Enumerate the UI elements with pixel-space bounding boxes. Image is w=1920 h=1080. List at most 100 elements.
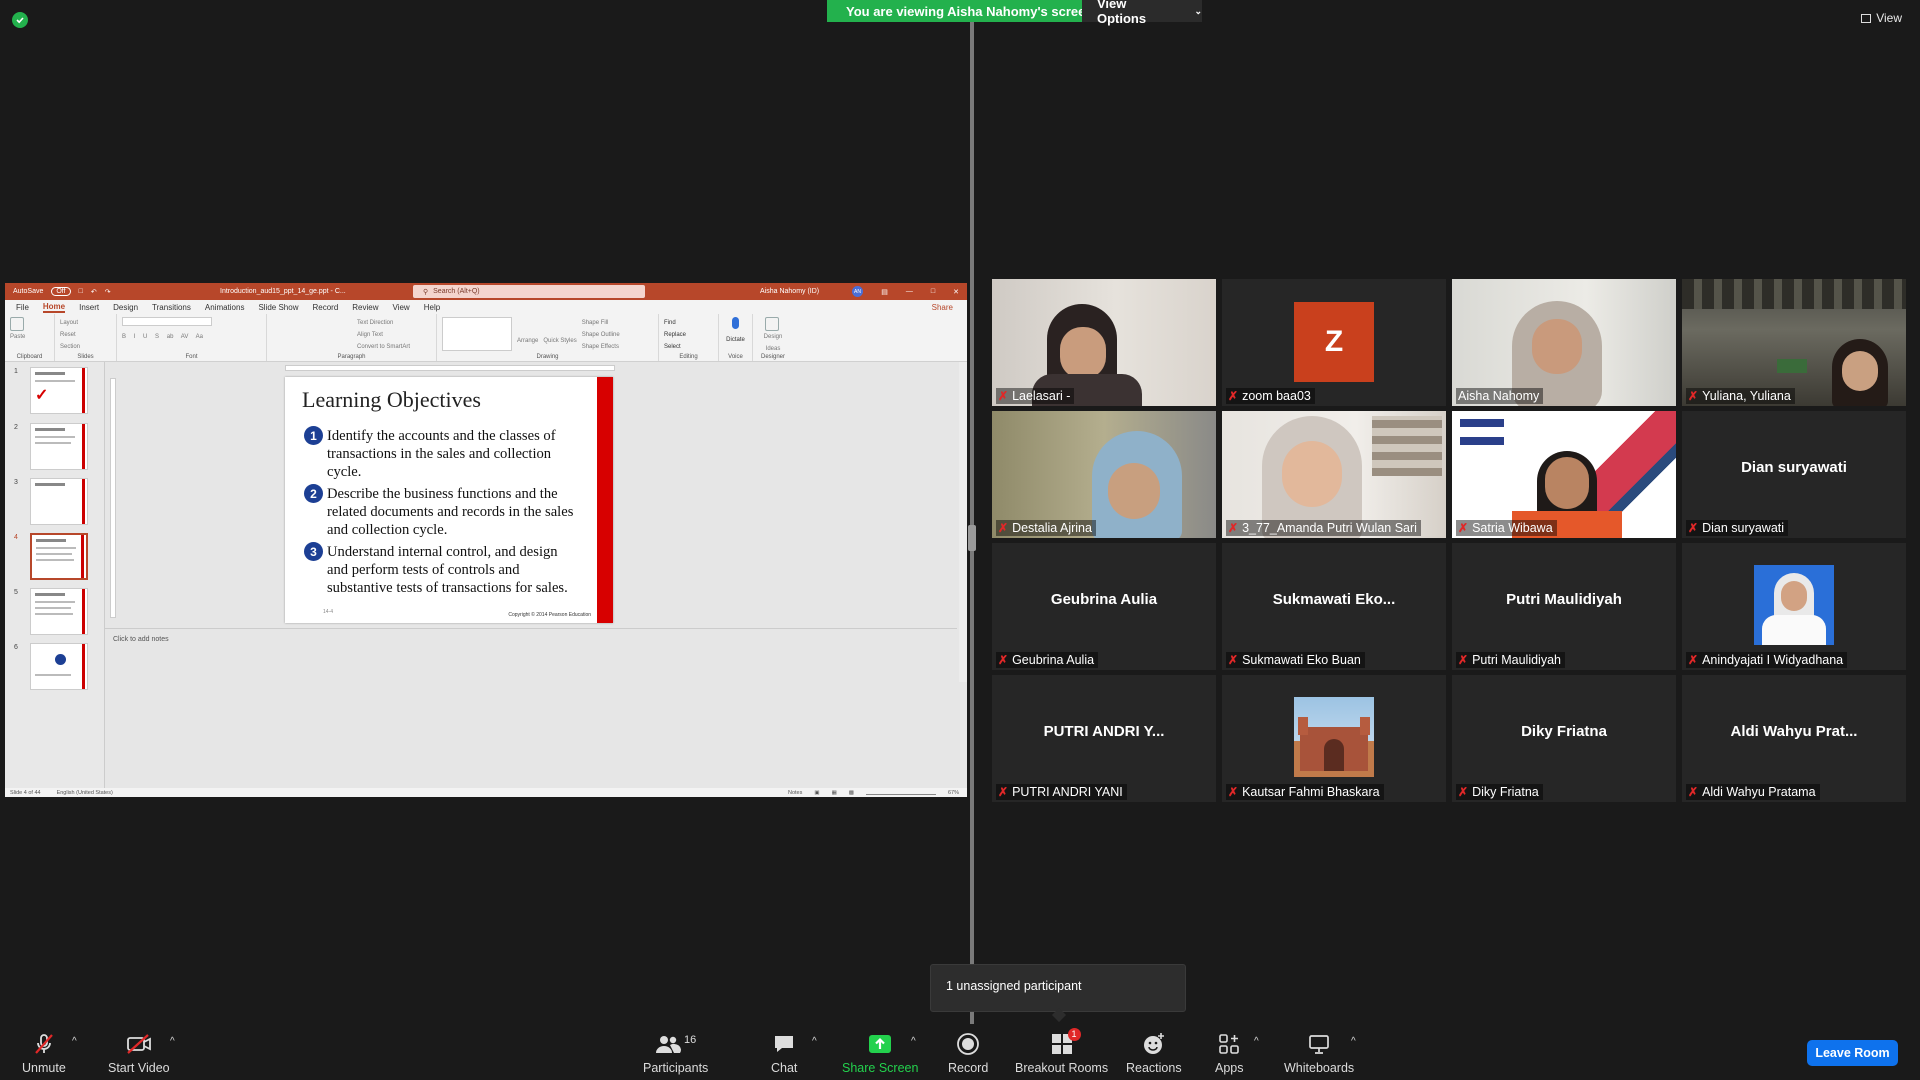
ribbon-group-name: Designer: [760, 354, 785, 360]
participant-tile[interactable]: Sukmawati Eko... ✗ Sukmawati Eko Buan: [1222, 543, 1446, 670]
replace-label: Replace: [664, 332, 687, 338]
whiteboard-options-chevron-icon[interactable]: ^: [1351, 1036, 1356, 1047]
participant-tile[interactable]: Dian suryawati ✗ Dian suryawati: [1682, 411, 1906, 538]
reading-view-icon: ▩: [848, 789, 854, 796]
slide-thumbnail: [30, 588, 88, 635]
mic-muted-icon: ✗: [1228, 521, 1239, 535]
thumb-number: 3: [14, 479, 18, 486]
objective-item: 3 Understand internal control, and desig…: [304, 542, 579, 597]
share-options-chevron-icon[interactable]: ^: [911, 1036, 916, 1047]
participant-tile[interactable]: Putri Maulidiyah ✗ Putri Maulidiyah: [1452, 543, 1676, 670]
ppt-search-box: ⚲ Search (Alt+Q): [413, 285, 645, 298]
breakout-rooms-button[interactable]: 1 Breakout Rooms: [1015, 1028, 1108, 1075]
avatar: Z: [1294, 302, 1374, 382]
reset-label: Reset: [60, 332, 76, 338]
participants-label: Participants: [643, 1061, 709, 1075]
ribbon-group-editing: Find Replace Select Editing: [659, 314, 719, 361]
redo-icon: ↷: [104, 288, 111, 296]
participant-label: Aisha Nahomy: [1456, 388, 1544, 404]
view-options-button[interactable]: View Options ⌄: [1082, 0, 1202, 26]
ppt-file-name: Introduction_aud15_ppt_14_ge.ppt - C...: [220, 288, 346, 295]
grid-view-icon: [1861, 13, 1872, 23]
view-label: View: [1876, 11, 1902, 25]
viewing-screen-banner: You are viewing Aisha Nahomy's screen: [827, 0, 1113, 22]
thumb-number: 2: [14, 424, 18, 431]
participant-label: ✗ Diky Friatna: [1456, 784, 1543, 800]
apps-label: Apps: [1215, 1061, 1244, 1075]
leave-room-button[interactable]: Leave Room: [1807, 1040, 1898, 1066]
objectives-list: 1 Identify the accounts and the classes …: [304, 426, 579, 601]
mic-muted-icon: ✗: [1458, 653, 1469, 667]
participant-name: PUTRI ANDRI YANI: [1012, 785, 1123, 799]
design-ideas-label: Design Ideas: [763, 334, 783, 352]
participant-tile[interactable]: ✗ Kautsar Fahmi Bhaskara: [1222, 675, 1446, 802]
whiteboards-button[interactable]: Whiteboards: [1284, 1032, 1354, 1075]
share-screen-icon: [867, 1032, 893, 1056]
ribbon-group-name: Drawing: [536, 354, 559, 360]
participants-button[interactable]: 16 Participants: [643, 1032, 708, 1075]
whiteboard-icon: [1307, 1032, 1331, 1056]
mic-muted-icon: ✗: [1228, 389, 1239, 403]
chat-label: Chat: [771, 1061, 798, 1075]
slide-count: Slide 4 of 44: [10, 789, 41, 796]
autosave-label: AutoSave: [13, 288, 44, 295]
slide-copyright: Copyright © 2014 Pearson Education: [508, 612, 591, 618]
video-options-chevron-icon[interactable]: ^: [170, 1036, 175, 1047]
participant-display-name: Geubrina Aulia: [1050, 591, 1158, 608]
participant-tile[interactable]: ✗ Anindyajati I Widyadhana: [1682, 543, 1906, 670]
record-button[interactable]: Record: [948, 1032, 988, 1075]
underline-label: U: [143, 334, 148, 340]
chevron-down-icon: ⌄: [1194, 5, 1202, 16]
reactions-button[interactable]: Reactions: [1126, 1032, 1182, 1075]
divider-grip-handle[interactable]: [968, 525, 976, 551]
apps-options-chevron-icon[interactable]: ^: [1254, 1036, 1259, 1047]
participant-tile[interactable]: Diky Friatna ✗ Diky Friatna: [1452, 675, 1676, 802]
ribbon-group-name: Slides: [77, 354, 94, 360]
dictate-label: Dictate: [726, 337, 745, 343]
shapes-gallery: [442, 317, 512, 351]
notes-toggle: Notes: [788, 789, 803, 796]
find-label: Find: [664, 320, 676, 326]
slide-thumbnail: [30, 643, 88, 690]
view-button[interactable]: View: [1861, 11, 1902, 25]
participant-tile[interactable]: Z ✗ zoom baa03: [1222, 279, 1446, 406]
split-divider[interactable]: [970, 22, 974, 1024]
participant-tile[interactable]: ✗ Yuliana, Yuliana: [1682, 279, 1906, 406]
audio-options-chevron-icon[interactable]: ^: [72, 1036, 77, 1047]
chat-options-chevron-icon[interactable]: ^: [812, 1036, 817, 1047]
mic-muted-icon: ✗: [1688, 389, 1699, 403]
ribbon-group-name: Font: [185, 354, 198, 360]
chat-bubble-icon: [772, 1032, 796, 1056]
share-screen-button[interactable]: Share Screen: [842, 1032, 918, 1075]
participant-tile-speaking[interactable]: Aisha Nahomy: [1452, 279, 1676, 406]
start-video-button[interactable]: Start Video: [108, 1032, 170, 1075]
apps-button[interactable]: Apps: [1215, 1032, 1244, 1075]
profile-photo: [1754, 565, 1834, 645]
number-badge: 3: [304, 542, 323, 561]
participant-tile[interactable]: PUTRI ANDRI Y... ✗ PUTRI ANDRI YANI: [992, 675, 1216, 802]
mic-muted-icon: ✗: [998, 521, 1009, 535]
mic-muted-icon: ✗: [998, 389, 1009, 403]
participant-tile[interactable]: ✗ 3_77_Amanda Putri Wulan Sari: [1222, 411, 1446, 538]
slide-thumbnail: [30, 423, 88, 470]
thumb-number: 6: [14, 644, 18, 651]
participant-tile[interactable]: ✗ Satria Wibawa: [1452, 411, 1676, 538]
design-ideas-icon: [765, 317, 779, 331]
chat-button[interactable]: Chat: [771, 1032, 797, 1075]
unmute-button[interactable]: Unmute: [22, 1032, 66, 1075]
vertical-ruler: [110, 378, 116, 618]
microphone-icon: [732, 317, 739, 329]
security-shield-icon[interactable]: [12, 12, 28, 28]
participant-tile[interactable]: Aldi Wahyu Prat... ✗ Aldi Wahyu Pratama: [1682, 675, 1906, 802]
participant-tile[interactable]: Geubrina Aulia ✗ Geubrina Aulia: [992, 543, 1216, 670]
participant-label: ✗ 3_77_Amanda Putri Wulan Sari: [1226, 520, 1421, 536]
participant-tile[interactable]: ✗ Laelasari -: [992, 279, 1216, 406]
participant-name: Diky Friatna: [1472, 785, 1539, 799]
sorter-view-icon: ▦: [831, 789, 837, 796]
normal-view-icon: ▣: [814, 789, 820, 796]
participant-name: zoom baa03: [1242, 389, 1311, 403]
italic-label: I: [133, 334, 136, 340]
participant-tile[interactable]: ✗ Destalia Ajrina: [992, 411, 1216, 538]
ribbon-group-name: Editing: [679, 354, 698, 360]
ppt-tab-help: Help: [423, 302, 441, 312]
